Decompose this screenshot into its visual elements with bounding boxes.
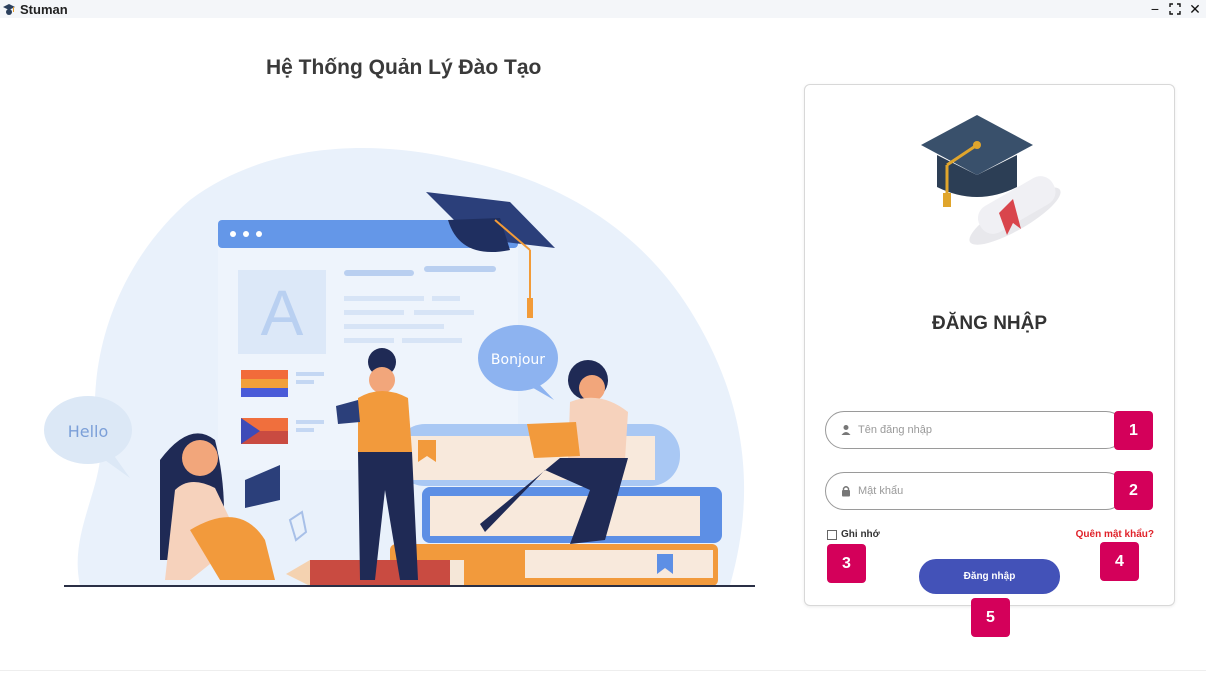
close-icon[interactable]: ✕	[1188, 2, 1202, 16]
annotation-marker-3: 3	[827, 544, 866, 583]
password-input[interactable]	[858, 485, 1098, 497]
annotation-marker-4: 4	[1100, 542, 1139, 581]
book-letter-text: A	[261, 277, 304, 349]
forgot-password-link[interactable]: Quên mật khẩu?	[1076, 529, 1154, 540]
maximize-icon[interactable]	[1168, 2, 1182, 16]
user-icon	[841, 425, 851, 435]
annotation-marker-5: 5	[971, 598, 1010, 637]
graduation-cap-logo-icon	[921, 115, 1061, 245]
login-button[interactable]: Đăng nhập	[919, 559, 1060, 594]
password-field	[825, 472, 1125, 510]
login-title: ĐĂNG NHẬP	[931, 313, 1048, 334]
window-controls: − ✕	[1148, 0, 1202, 18]
page-title: Hệ Thống Quản Lý Đào Tạo	[266, 56, 542, 79]
bottom-divider	[0, 670, 1206, 671]
app-logo-icon	[3, 4, 15, 15]
login-card: ĐĂNG NHẬP Ghi nhớ Quên mật khẩu? Đăng nh…	[804, 84, 1175, 606]
annotation-marker-2: 2	[1114, 471, 1153, 510]
remember-me[interactable]: Ghi nhớ	[827, 529, 880, 540]
username-field	[825, 411, 1125, 449]
username-input[interactable]	[858, 424, 1098, 436]
annotation-marker-1: 1	[1114, 411, 1153, 450]
remember-checkbox[interactable]	[827, 529, 837, 540]
title-bar: Stuman − ✕	[0, 0, 1206, 18]
lock-icon	[842, 486, 850, 497]
remember-label: Ghi nhớ	[841, 529, 880, 540]
hello-bubble-text: Hello	[68, 422, 109, 441]
education-illustration: A Hello Bonjour	[44, 148, 755, 587]
bonjour-bubble-text: Bonjour	[491, 352, 545, 368]
window-title: Stuman	[20, 1, 68, 17]
minimize-icon[interactable]: −	[1148, 2, 1162, 16]
